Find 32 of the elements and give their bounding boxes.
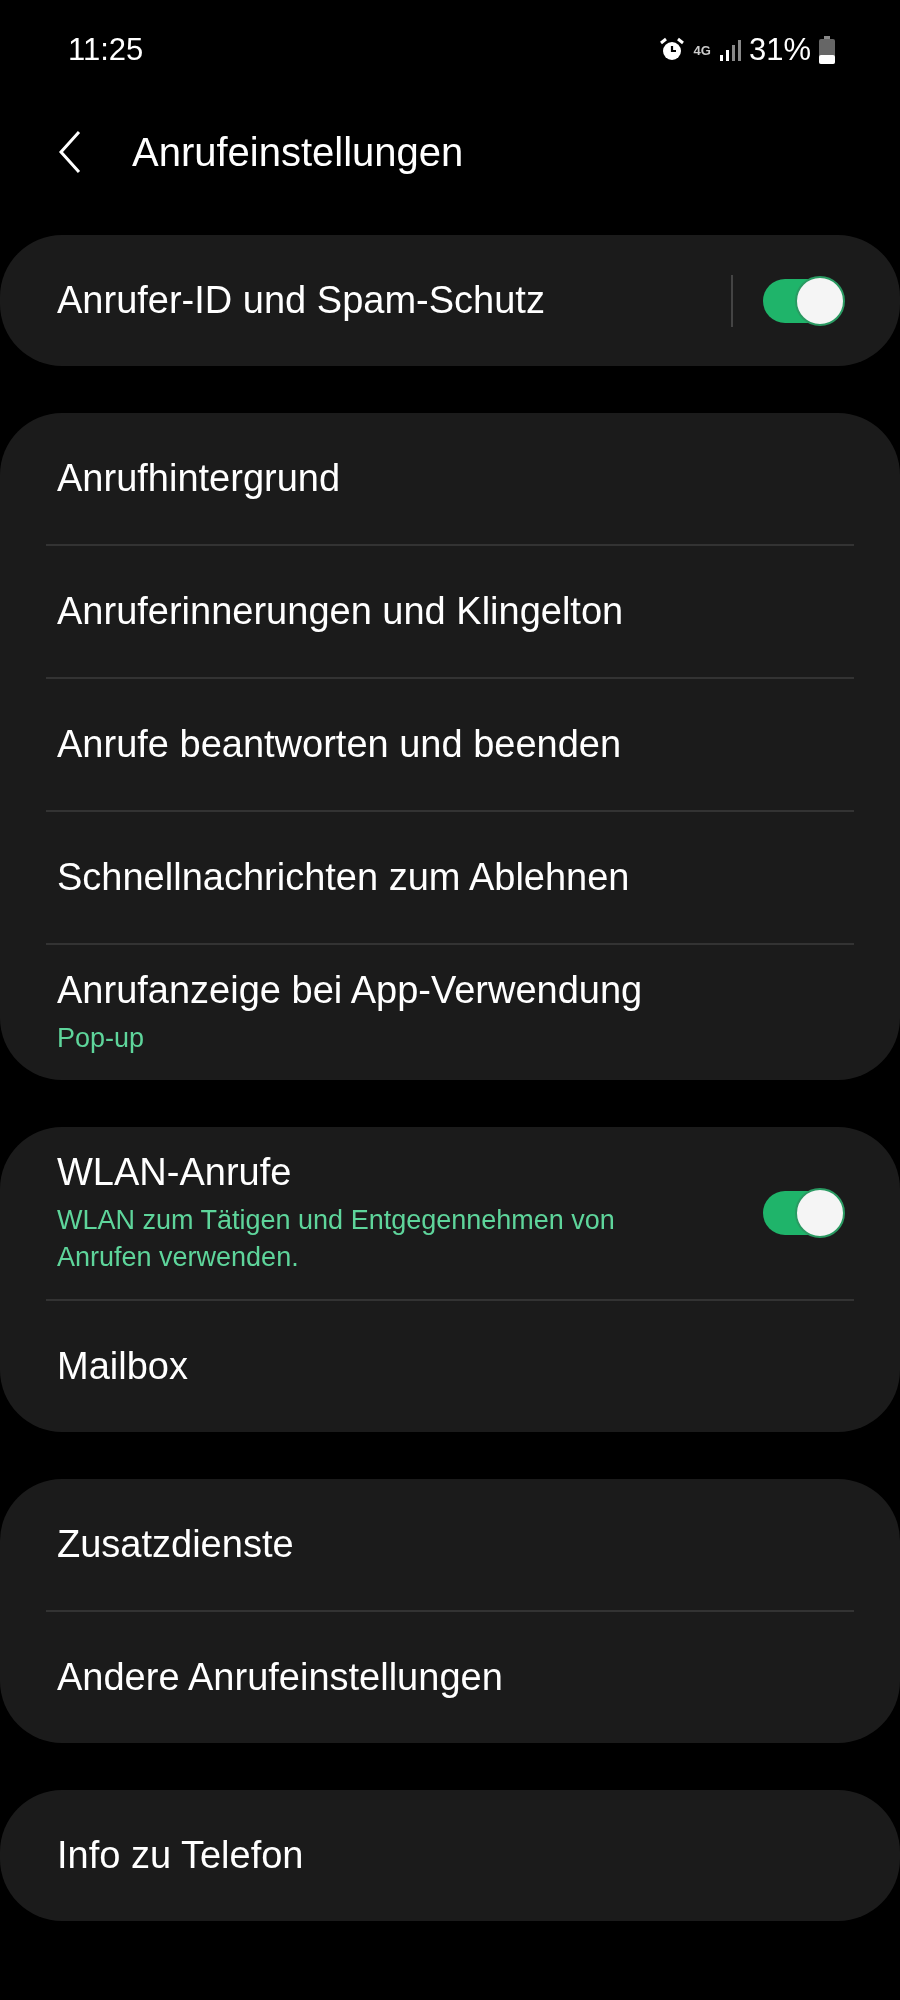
battery-percent: 31% xyxy=(748,32,811,68)
toggle-switch[interactable] xyxy=(763,278,843,323)
battery-icon xyxy=(819,36,835,64)
setting-label: WLAN-Anrufe xyxy=(57,1151,293,1195)
setting-label: Info zu Telefon xyxy=(57,1834,305,1878)
settings-row[interactable]: Andere Anrufeinstellungen xyxy=(0,1612,900,1744)
setting-label: Mailbox xyxy=(57,1345,189,1389)
setting-label: Schnellnachrichten zum Ablehnen xyxy=(57,856,631,899)
toggle-switch[interactable] xyxy=(763,1191,843,1236)
setting-label: Anrufe beantworten und beenden xyxy=(57,723,623,766)
page-title: Anrufeinstellungen xyxy=(132,129,464,175)
setting-label: Anrufhintergrund xyxy=(57,457,342,500)
setting-label: Zusatzdienste xyxy=(57,1523,295,1567)
settings-row[interactable]: Anrufanzeige bei App-Verwendung Pop-up xyxy=(0,945,900,1081)
settings-row[interactable]: Anrufer-ID und Spam-Schutz xyxy=(0,235,900,366)
setting-label: Anruferinnerungen und Klingelton xyxy=(57,590,625,633)
settings-row[interactable]: Mailbox xyxy=(0,1301,900,1433)
network-type: 4G xyxy=(693,42,711,58)
status-time: 11:25 xyxy=(68,32,144,68)
setting-summary: Pop-up xyxy=(57,1022,146,1055)
setting-summary: WLAN zum Tätigen und Entgegennehmen von Anrufen verwenden. xyxy=(57,1204,616,1274)
settings-row[interactable]: Anruferinnerungen und Klingelton xyxy=(0,546,900,677)
settings-row[interactable]: Schnellnachrichten zum Ablehnen xyxy=(0,812,900,943)
settings-row[interactable]: Anrufhintergrund xyxy=(0,413,900,544)
signal-icon xyxy=(718,38,741,62)
settings-row[interactable]: Anrufe beantworten und beenden xyxy=(0,679,900,810)
setting-label: Andere Anrufeinstellungen xyxy=(57,1656,504,1700)
settings-row[interactable]: Zusatzdienste xyxy=(0,1479,900,1611)
settings-row[interactable]: Info zu Telefon xyxy=(0,1790,900,1922)
setting-label: Anrufer-ID und Spam-Schutz xyxy=(57,279,546,322)
settings-row[interactable]: WLAN-Anrufe WLAN zum Tätigen und Entgegennehmen von Anrufen verwenden. xyxy=(0,1127,900,1300)
setting-label: Anrufanzeige bei App-Verwendung xyxy=(57,969,644,1012)
